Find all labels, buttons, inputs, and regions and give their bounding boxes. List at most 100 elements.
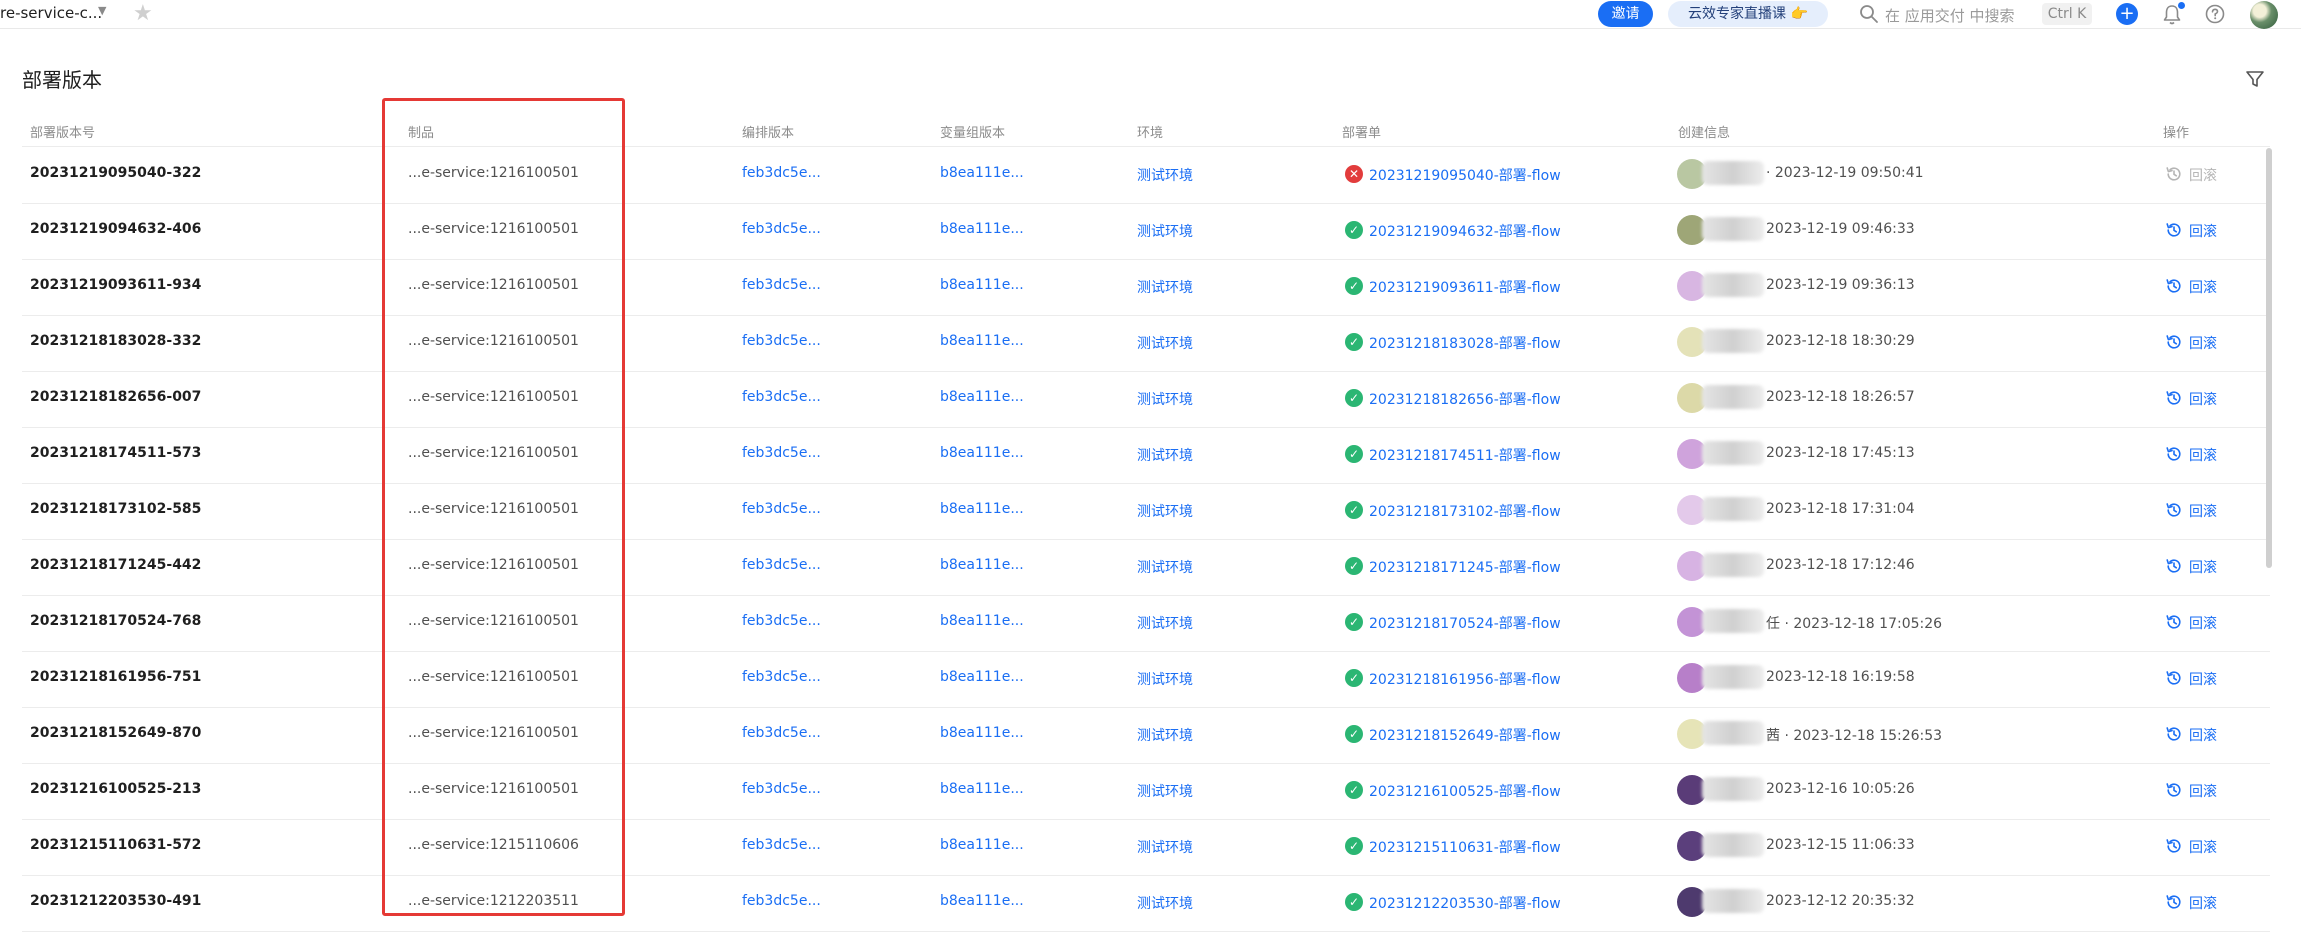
vargroup-version-link[interactable]: b8ea111e...: [940, 389, 1024, 405]
vargroup-version-link[interactable]: b8ea111e...: [940, 445, 1024, 461]
vargroup-version-link[interactable]: b8ea111e...: [940, 613, 1024, 629]
orchestration-version-link[interactable]: feb3dc5e...: [742, 333, 821, 349]
deploy-order-link[interactable]: 20231219095040-部署-flow: [1369, 165, 1561, 185]
rollback-icon[interactable]: [2165, 781, 2183, 799]
rollback-button[interactable]: 回滚: [2189, 557, 2217, 577]
environment-link[interactable]: 测试环境: [1137, 445, 1193, 465]
deploy-order-link[interactable]: 20231218171245-部署-flow: [1369, 557, 1561, 577]
rollback-button[interactable]: 回滚: [2189, 333, 2217, 353]
rollback-button[interactable]: 回滚: [2189, 725, 2217, 745]
rollback-button[interactable]: 回滚: [2189, 501, 2217, 521]
environment-link[interactable]: 测试环境: [1137, 333, 1193, 353]
rollback-icon[interactable]: [2165, 557, 2183, 575]
environment-link[interactable]: 测试环境: [1137, 165, 1193, 185]
deploy-order-link[interactable]: 20231218183028-部署-flow: [1369, 333, 1561, 353]
vargroup-version-link[interactable]: b8ea111e...: [940, 893, 1024, 909]
orchestration-version-link[interactable]: feb3dc5e...: [742, 557, 821, 573]
scrollbar[interactable]: [2266, 148, 2272, 568]
rollback-icon[interactable]: [2165, 893, 2183, 911]
deploy-order-link[interactable]: 20231218152649-部署-flow: [1369, 725, 1561, 745]
vargroup-version-link[interactable]: b8ea111e...: [940, 333, 1024, 349]
environment-link[interactable]: 测试环境: [1137, 277, 1193, 297]
vargroup-version-link[interactable]: b8ea111e...: [940, 557, 1024, 573]
deploy-order-link[interactable]: 20231212203530-部署-flow: [1369, 893, 1561, 913]
table-row[interactable]: 20231218182656-007 ...e-service:121610050…: [22, 371, 2270, 428]
table-row[interactable]: 20231218171245-442 ...e-service:121610050…: [22, 539, 2270, 596]
chevron-down-icon[interactable]: ▼: [98, 4, 106, 17]
rollback-icon[interactable]: [2165, 389, 2183, 407]
rollback-button[interactable]: 回滚: [2189, 837, 2217, 857]
rollback-icon[interactable]: [2165, 669, 2183, 687]
deploy-order-link[interactable]: 20231218182656-部署-flow: [1369, 389, 1561, 409]
rollback-icon[interactable]: [2165, 725, 2183, 743]
table-row[interactable]: 20231219093611-934 ...e-service:121610050…: [22, 259, 2270, 316]
add-button[interactable]: +: [2116, 3, 2138, 25]
vargroup-version-link[interactable]: b8ea111e...: [940, 725, 1024, 741]
vargroup-version-link[interactable]: b8ea111e...: [940, 277, 1024, 293]
rollback-icon[interactable]: [2165, 221, 2183, 239]
table-row[interactable]: 20231216100525-213 ...e-service:121610050…: [22, 763, 2270, 820]
table-row[interactable]: 20231218183028-332 ...e-service:121610050…: [22, 315, 2270, 372]
help-icon[interactable]: [2204, 3, 2226, 25]
table-row[interactable]: 20231218173102-585 ...e-service:121610050…: [22, 483, 2270, 540]
orchestration-version-link[interactable]: feb3dc5e...: [742, 277, 821, 293]
orchestration-version-link[interactable]: feb3dc5e...: [742, 445, 821, 461]
orchestration-version-link[interactable]: feb3dc5e...: [742, 165, 821, 181]
rollback-icon[interactable]: [2165, 837, 2183, 855]
rollback-button[interactable]: 回滚: [2189, 389, 2217, 409]
search-input[interactable]: 在 应用交付 中搜索: [1885, 5, 2015, 26]
table-row[interactable]: 20231219094632-406 ...e-service:121610050…: [22, 203, 2270, 260]
deploy-order-link[interactable]: 20231215110631-部署-flow: [1369, 837, 1561, 857]
orchestration-version-link[interactable]: feb3dc5e...: [742, 501, 821, 517]
vargroup-version-link[interactable]: b8ea111e...: [940, 165, 1024, 181]
orchestration-version-link[interactable]: feb3dc5e...: [742, 893, 821, 909]
rollback-button[interactable]: 回滚: [2189, 781, 2217, 801]
environment-link[interactable]: 测试环境: [1137, 893, 1193, 913]
orchestration-version-link[interactable]: feb3dc5e...: [742, 613, 821, 629]
expert-live-button[interactable]: 云效专家直播课 👉: [1668, 1, 1828, 27]
vargroup-version-link[interactable]: b8ea111e...: [940, 669, 1024, 685]
vargroup-version-link[interactable]: b8ea111e...: [940, 837, 1024, 853]
star-icon[interactable]: ★: [133, 2, 153, 26]
table-row[interactable]: 20231219095040-322 ...e-service:121610050…: [22, 147, 2270, 204]
rollback-icon[interactable]: [2165, 501, 2183, 519]
deploy-order-link[interactable]: 20231216100525-部署-flow: [1369, 781, 1561, 801]
deploy-order-link[interactable]: 20231219093611-部署-flow: [1369, 277, 1561, 297]
environment-link[interactable]: 测试环境: [1137, 389, 1193, 409]
app-title[interactable]: re-service-c...: [0, 4, 102, 22]
environment-link[interactable]: 测试环境: [1137, 221, 1193, 241]
rollback-button[interactable]: 回滚: [2189, 893, 2217, 913]
orchestration-version-link[interactable]: feb3dc5e...: [742, 837, 821, 853]
rollback-button[interactable]: 回滚: [2189, 445, 2217, 465]
deploy-order-link[interactable]: 20231219094632-部署-flow: [1369, 221, 1561, 241]
rollback-icon[interactable]: [2165, 613, 2183, 631]
orchestration-version-link[interactable]: feb3dc5e...: [742, 221, 821, 237]
rollback-button[interactable]: 回滚: [2189, 221, 2217, 241]
search-icon[interactable]: [1858, 3, 1880, 25]
orchestration-version-link[interactable]: feb3dc5e...: [742, 725, 821, 741]
rollback-button[interactable]: 回滚: [2189, 669, 2217, 689]
rollback-icon[interactable]: [2165, 445, 2183, 463]
orchestration-version-link[interactable]: feb3dc5e...: [742, 389, 821, 405]
table-row[interactable]: 20231215110631-572 ...e-service:121511060…: [22, 819, 2270, 876]
vargroup-version-link[interactable]: b8ea111e...: [940, 221, 1024, 237]
deploy-order-link[interactable]: 20231218170524-部署-flow: [1369, 613, 1561, 633]
rollback-icon[interactable]: [2165, 277, 2183, 295]
table-row[interactable]: 20231212203530-491 ...e-service:121220351…: [22, 875, 2270, 932]
environment-link[interactable]: 测试环境: [1137, 669, 1193, 689]
deploy-order-link[interactable]: 20231218161956-部署-flow: [1369, 669, 1561, 689]
environment-link[interactable]: 测试环境: [1137, 501, 1193, 521]
filter-icon[interactable]: [2244, 68, 2266, 90]
deploy-order-link[interactable]: 20231218174511-部署-flow: [1369, 445, 1561, 465]
table-row[interactable]: 20231218161956-751 ...e-service:121610050…: [22, 651, 2270, 708]
user-avatar[interactable]: [2250, 1, 2278, 29]
vargroup-version-link[interactable]: b8ea111e...: [940, 501, 1024, 517]
environment-link[interactable]: 测试环境: [1137, 725, 1193, 745]
environment-link[interactable]: 测试环境: [1137, 837, 1193, 857]
vargroup-version-link[interactable]: b8ea111e...: [940, 781, 1024, 797]
environment-link[interactable]: 测试环境: [1137, 613, 1193, 633]
environment-link[interactable]: 测试环境: [1137, 781, 1193, 801]
table-row[interactable]: 20231218170524-768 ...e-service:121610050…: [22, 595, 2270, 652]
environment-link[interactable]: 测试环境: [1137, 557, 1193, 577]
deploy-order-link[interactable]: 20231218173102-部署-flow: [1369, 501, 1561, 521]
